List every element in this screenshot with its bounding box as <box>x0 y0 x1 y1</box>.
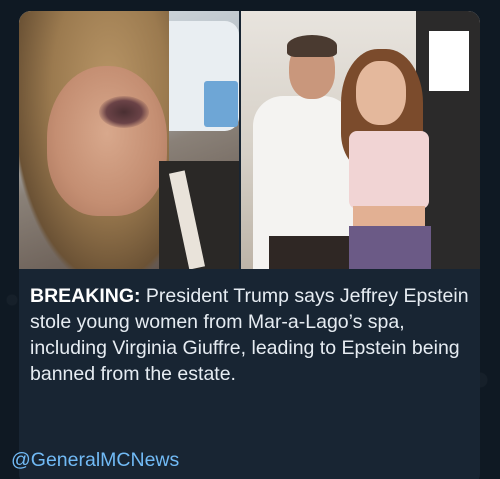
girl-top-shape <box>349 131 429 209</box>
man-pants-shape <box>269 236 349 269</box>
girl-face-shape <box>356 61 406 125</box>
photo-left[interactable] <box>19 11 239 269</box>
window-shape <box>429 31 469 91</box>
girl-waist-shape <box>353 206 425 228</box>
hospital-band-shape <box>204 81 238 127</box>
media-album <box>19 11 480 269</box>
message-bubble: BREAKING: President Trump says Jeffrey E… <box>19 11 480 479</box>
channel-link[interactable]: @GeneralMCNews <box>11 447 179 473</box>
girl-pants-shape <box>349 226 431 269</box>
photo-right[interactable] <box>241 11 480 269</box>
message-text: BREAKING: President Trump says Jeffrey E… <box>30 283 470 387</box>
man-hair-shape <box>287 35 337 57</box>
bruise-shape <box>99 96 149 128</box>
headline-label: BREAKING: <box>30 285 141 307</box>
face-shape <box>47 66 167 216</box>
